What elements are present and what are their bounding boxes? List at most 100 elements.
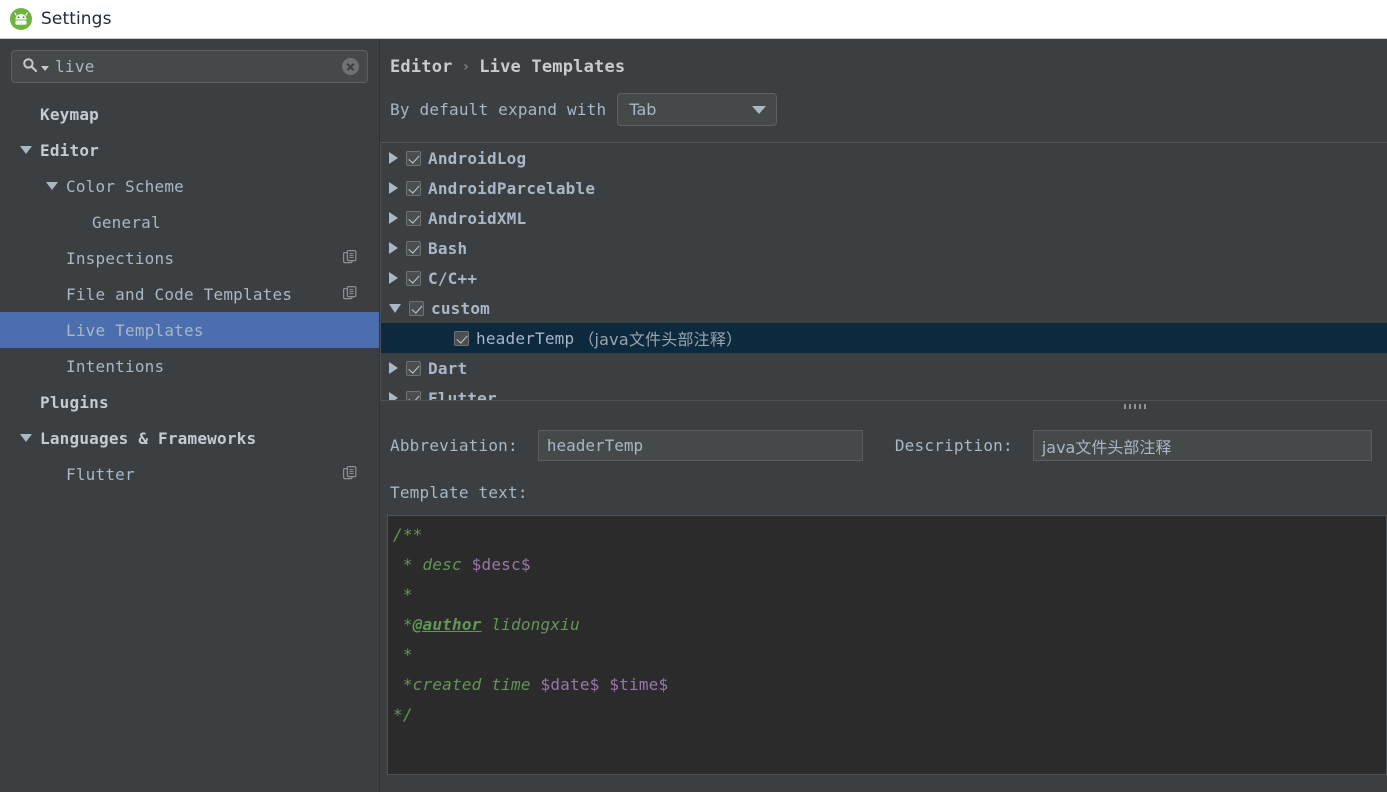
abbreviation-input[interactable]: headerTemp <box>537 430 863 461</box>
breadcrumb: Editor › Live Templates <box>380 39 1387 77</box>
sidebar-item-live-templates[interactable]: Live Templates <box>0 312 379 348</box>
comment-text: * <box>393 615 413 634</box>
expand-with-select[interactable]: Tab <box>617 93 778 126</box>
sidebar-item-editor[interactable]: Editor <box>0 132 379 168</box>
expand-with-row: By default expand with Tab <box>380 77 1387 126</box>
template-row[interactable]: headerTemp （java文件头部注释） <box>381 323 1387 353</box>
settings-sidebar: live Keymap Editor Color Scheme General Insp… <box>0 39 380 792</box>
chevron-down-icon[interactable] <box>20 434 32 442</box>
template-checkbox[interactable] <box>406 240 421 256</box>
copy-icon[interactable] <box>343 286 357 305</box>
breadcrumb-parent[interactable]: Editor <box>390 57 453 77</box>
template-text-label: Template text: <box>390 483 528 502</box>
template-name: custom <box>431 298 490 318</box>
chevron-down-icon[interactable] <box>389 303 401 313</box>
sidebar-item-languages-frameworks[interactable]: Languages & Frameworks <box>0 420 379 456</box>
template-name: C/C++ <box>428 268 478 288</box>
template-variable: $date$ <box>540 675 600 694</box>
drag-handle-icon[interactable] <box>1124 404 1150 409</box>
search-icon <box>22 57 38 77</box>
clear-icon[interactable] <box>342 58 359 75</box>
sidebar-item-label: Keymap <box>40 104 99 124</box>
template-row[interactable]: Flutter <box>381 383 1387 400</box>
sidebar-item-file-and-code-templates[interactable]: File and Code Templates <box>0 276 379 312</box>
expand-with-value: Tab <box>629 100 657 119</box>
template-row[interactable]: Dart <box>381 353 1387 383</box>
description-input[interactable]: java文件头部注释 <box>1032 430 1372 461</box>
expand-with-label: By default expand with <box>390 100 607 119</box>
comment-text: * <box>393 645 413 664</box>
template-row[interactable]: C/C++ <box>381 263 1387 293</box>
chevron-right-icon[interactable] <box>389 212 398 224</box>
template-checkbox[interactable] <box>406 270 421 286</box>
sidebar-search-row: live <box>0 39 379 83</box>
template-variable: $desc$ <box>471 555 531 574</box>
editor-line: * <box>393 640 1386 670</box>
copy-icon[interactable] <box>343 466 357 485</box>
sidebar-item-label: Inspections <box>66 248 175 268</box>
editor-line: */ <box>393 700 1386 730</box>
comment-text: /** <box>393 525 423 544</box>
template-row[interactable]: AndroidXML <box>381 203 1387 233</box>
template-checkbox[interactable] <box>406 210 421 226</box>
template-row[interactable]: AndroidParcelable <box>381 173 1387 203</box>
sidebar-item-label: Plugins <box>40 392 109 412</box>
template-row[interactable]: Bash <box>381 233 1387 263</box>
template-checkbox[interactable] <box>406 150 421 166</box>
panel-splitter[interactable] <box>380 400 1387 412</box>
template-name: Flutter <box>428 388 497 401</box>
chevron-right-icon[interactable] <box>389 362 398 374</box>
sidebar-item-general[interactable]: General <box>0 204 379 240</box>
template-checkbox[interactable] <box>406 180 421 196</box>
template-checkbox[interactable] <box>406 390 421 400</box>
comment-text: *created time <box>393 675 541 694</box>
editor-line: *created time $date$ $time$ <box>393 670 1386 700</box>
templates-tree[interactable]: AndroidLog AndroidParcelable AndroidXML Bas… <box>380 142 1387 400</box>
template-description: （java文件头部注释） <box>578 330 743 349</box>
sidebar-item-flutter[interactable]: Flutter <box>0 456 379 492</box>
sidebar-item-plugins[interactable]: Plugins <box>0 384 379 420</box>
comment-text: lidongxiu <box>481 615 580 634</box>
sidebar-item-color-scheme[interactable]: Color Scheme <box>0 168 379 204</box>
chevron-right-icon[interactable] <box>389 272 398 284</box>
template-name: AndroidParcelable <box>428 178 596 198</box>
editor-line: *@author lidongxiu <box>393 610 1386 640</box>
comment-text: * <box>393 585 413 604</box>
sidebar-item-label: Color Scheme <box>66 176 184 196</box>
live-templates-panel: Editor › Live Templates By default expan… <box>380 39 1387 792</box>
copy-icon[interactable] <box>343 250 357 269</box>
breadcrumb-current: Live Templates <box>479 57 626 77</box>
template-name: AndroidLog <box>428 148 527 168</box>
search-input[interactable]: live <box>11 50 368 83</box>
window-titlebar: Settings <box>0 0 1387 39</box>
search-options-chevron-icon[interactable] <box>41 66 49 71</box>
sidebar-item-intentions[interactable]: Intentions <box>0 348 379 384</box>
sidebar-item-label: Editor <box>40 140 99 160</box>
chevron-right-icon[interactable] <box>389 392 398 400</box>
template-checkbox[interactable] <box>406 360 421 376</box>
template-name: headerTemp <box>476 328 575 348</box>
sidebar-item-inspections[interactable]: Inspections <box>0 240 379 276</box>
template-text-editor[interactable]: /** * desc $desc$ * *@author lidongxiu *… <box>387 515 1387 775</box>
sidebar-item-label: General <box>92 212 161 232</box>
settings-category-tree: Keymap Editor Color Scheme General Inspectio… <box>0 96 379 492</box>
template-row[interactable]: custom <box>381 293 1387 323</box>
settings-body: live Keymap Editor Color Scheme General Insp… <box>0 39 1387 792</box>
abbreviation-value: headerTemp <box>546 436 644 455</box>
template-row[interactable]: AndroidLog <box>381 143 1387 173</box>
template-name: Dart <box>428 358 468 378</box>
chevron-down-icon[interactable] <box>46 182 58 190</box>
breadcrumb-separator-icon: › <box>461 59 471 75</box>
comment-text <box>600 675 610 694</box>
chevron-right-icon[interactable] <box>389 182 398 194</box>
chevron-right-icon[interactable] <box>389 242 398 254</box>
chevron-right-icon[interactable] <box>389 152 398 164</box>
sidebar-item-label: File and Code Templates <box>66 284 293 304</box>
template-variable: $time$ <box>609 675 669 694</box>
template-checkbox[interactable] <box>409 300 424 316</box>
sidebar-item-keymap[interactable]: Keymap <box>0 96 379 132</box>
chevron-down-icon[interactable] <box>20 146 32 154</box>
chevron-down-icon <box>752 105 767 114</box>
template-checkbox[interactable] <box>454 330 469 346</box>
template-name: AndroidXML <box>428 208 527 228</box>
